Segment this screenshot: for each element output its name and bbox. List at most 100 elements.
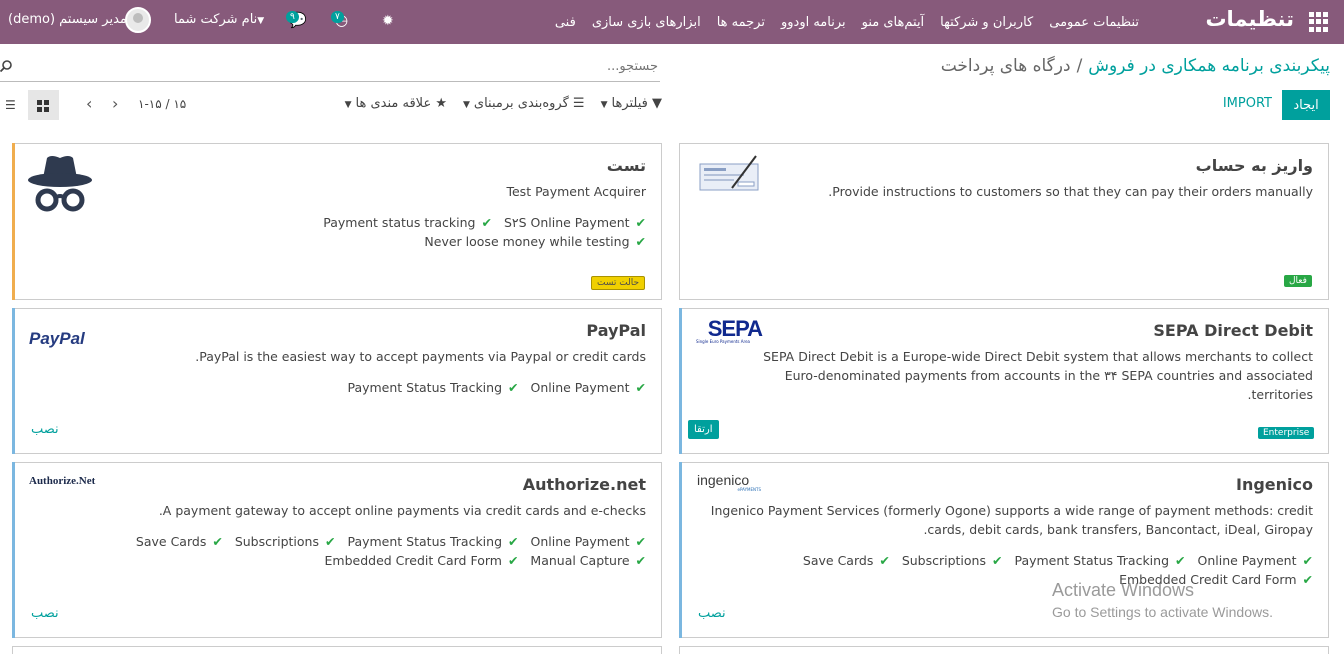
filters-dropdown[interactable]: ▼ فیلترها▼ [601, 96, 662, 111]
acquirer-card[interactable]: تست Test Payment Acquirer ✔S۲S Online Pa… [12, 143, 662, 300]
status-badge: فعال [1284, 275, 1312, 287]
install-button[interactable]: نصب [698, 606, 726, 621]
feature-item: ✔Subscriptions [901, 553, 1003, 568]
menu-item-menu-items[interactable]: آیتم‌های منو [854, 15, 933, 30]
status-bar [12, 462, 15, 638]
check-icon: ✔ [212, 534, 223, 549]
messages-badge: ۹ [286, 11, 299, 23]
check-icon: ✔ [481, 215, 492, 230]
status-badge: حالت تست [591, 276, 646, 290]
feature-item: ✔Online Payment [1197, 553, 1313, 568]
status-bar [12, 143, 15, 300]
messages-chat-icon[interactable]: 💬 ۹ [286, 11, 307, 29]
import-button[interactable]: IMPORT [1223, 96, 1272, 111]
check-icon: ✔ [508, 534, 519, 549]
filters-label: فیلترها [611, 96, 648, 111]
menu-item-translations[interactable]: ترجمه ها [709, 15, 773, 30]
acquirer-card[interactable]: Authorize.net A payment gateway to accep… [12, 462, 662, 638]
user-menu[interactable]: مدیر سیستم (demo) [8, 12, 127, 27]
pager-value[interactable]: ۱-۱۵ / ۱۵ [138, 97, 186, 111]
upgrade-button[interactable]: ارتقا [688, 420, 719, 439]
menu-item-gamification[interactable]: ابزارهای بازی سازی [584, 15, 709, 30]
pager-previous-icon[interactable]: ‹ [86, 94, 92, 113]
feature-item: ✔Payment Status Tracking [1014, 553, 1186, 568]
menu-item-users-companies[interactable]: کاربران و شرکتها [932, 15, 1041, 30]
card-title: Ingenico [1236, 475, 1313, 494]
menu-item-general-settings[interactable]: تنظیمات عمومی [1041, 15, 1147, 30]
menu-item-technical[interactable]: فنی [547, 15, 584, 30]
breadcrumb-current: درگاه های پرداخت [940, 56, 1071, 76]
feature-item: ✔Payment Status Tracking [347, 380, 519, 395]
card-title: واریز به حساب [1195, 156, 1313, 175]
check-logo-icon [698, 154, 762, 198]
card-title: تست [606, 156, 646, 175]
card-description: PayPal is the easiest way to accept paym… [195, 349, 646, 364]
card-description: A payment gateway to accept online payme… [158, 503, 646, 518]
search-bar [0, 57, 660, 82]
activity-clock-icon[interactable]: ◷ ۷ [331, 11, 348, 29]
check-icon: ✔ [1302, 553, 1313, 568]
apps-menu-icon[interactable] [1308, 12, 1328, 32]
chevron-down-icon: ▼ [257, 16, 265, 26]
top-navbar: تنظیمات تنظیمات عمومی کاربران و شرکتها آ… [0, 0, 1344, 44]
check-icon: ✔ [1302, 572, 1313, 587]
feature-item: ✔Payment Status Tracking [347, 534, 519, 549]
search-input[interactable] [58, 59, 658, 74]
search-icon[interactable] [0, 60, 12, 76]
list-view-icon[interactable]: ☰ [5, 98, 16, 112]
check-icon: ✔ [507, 553, 519, 568]
feature-item: ✔S۲S Online Payment [503, 215, 646, 230]
check-icon: ✔ [635, 553, 646, 568]
paypal-logo: PayPal [29, 329, 85, 348]
star-icon: ★ [435, 96, 447, 111]
acquirer-card[interactable]: SEPA Direct Debit SEPA Direct Debit is a… [679, 308, 1329, 454]
check-icon: ✔ [325, 534, 336, 549]
app-title: تنظیمات [1205, 7, 1294, 31]
feature-list: ✔Online Payment ✔Payment Status Tracking [106, 378, 646, 397]
groupby-dropdown[interactable]: ☰ گروه‌بندی برمبنای▼ [463, 96, 585, 111]
install-button[interactable]: نصب [31, 422, 59, 437]
feature-item: ✔Payment status tracking [323, 215, 492, 230]
card-description: Provide instructions to customers so tha… [828, 184, 1313, 199]
feature-item: ✔Embedded Credit Card Form [324, 553, 519, 568]
feature-item: ✔Never loose money while testing [424, 234, 646, 249]
caret-down-icon: ▼ [463, 100, 470, 110]
company-name: نام شرکت شما [174, 12, 258, 27]
acquirer-card-partial [12, 646, 662, 654]
sepa-logo: SEPA Single Euro Payments Area [696, 316, 763, 345]
search-options: ▼ فیلترها▼ ☰ گروه‌بندی برمبنای▼ ★ علاقه … [345, 96, 662, 111]
windows-watermark-title: Activate Windows [1052, 580, 1195, 600]
card-title: Authorize.net [522, 475, 646, 494]
kanban-view-icon[interactable] [28, 90, 59, 120]
check-icon: ✔ [635, 380, 646, 395]
feature-list: ✔Online Payment ✔Payment Status Tracking… [753, 551, 1313, 589]
create-button[interactable]: ایجاد [1282, 90, 1330, 120]
card-description: SEPA Direct Debit is a Europe-wide Direc… [763, 349, 1313, 402]
feature-item: ✔Online Payment [530, 380, 646, 395]
favorites-label: علاقه مندی ها [355, 96, 432, 111]
avatar[interactable] [125, 7, 151, 33]
status-bar [679, 462, 682, 638]
company-switcher[interactable]: ▼نام شرکت شما [174, 12, 270, 27]
caret-down-icon: ▼ [600, 100, 608, 110]
check-icon: ✔ [1175, 553, 1186, 568]
menu-item-odoo-app[interactable]: برنامه اودوو [773, 15, 854, 30]
feature-item: ✔Save Cards [135, 534, 223, 549]
breadcrumb-parent[interactable]: پیکربندی برنامه همکاری در فروش [1088, 56, 1330, 76]
incognito-logo-icon [27, 154, 93, 216]
install-button[interactable]: نصب [31, 606, 59, 621]
pager-next-icon[interactable]: › [112, 94, 118, 113]
acquirer-card[interactable]: PayPal PayPal is the easiest way to acce… [12, 308, 662, 454]
feature-list: ✔S۲S Online Payment ✔Payment status trac… [106, 213, 646, 251]
caret-down-icon: ▼ [344, 100, 352, 110]
check-icon: ✔ [635, 234, 646, 249]
breadcrumb-separator: / [1076, 56, 1083, 76]
acquirer-card[interactable]: واریز به حساب Provide instructions to cu… [679, 143, 1329, 300]
card-title: PayPal [586, 321, 646, 340]
feature-item: ✔Online Payment [530, 534, 646, 549]
check-icon: ✔ [508, 380, 519, 395]
debug-bug-icon[interactable]: ✹ [382, 13, 394, 29]
card-title: SEPA Direct Debit [1153, 321, 1313, 340]
groupby-label: گروه‌بندی برمبنای [473, 96, 569, 111]
favorites-dropdown[interactable]: ★ علاقه مندی ها▼ [345, 96, 447, 111]
